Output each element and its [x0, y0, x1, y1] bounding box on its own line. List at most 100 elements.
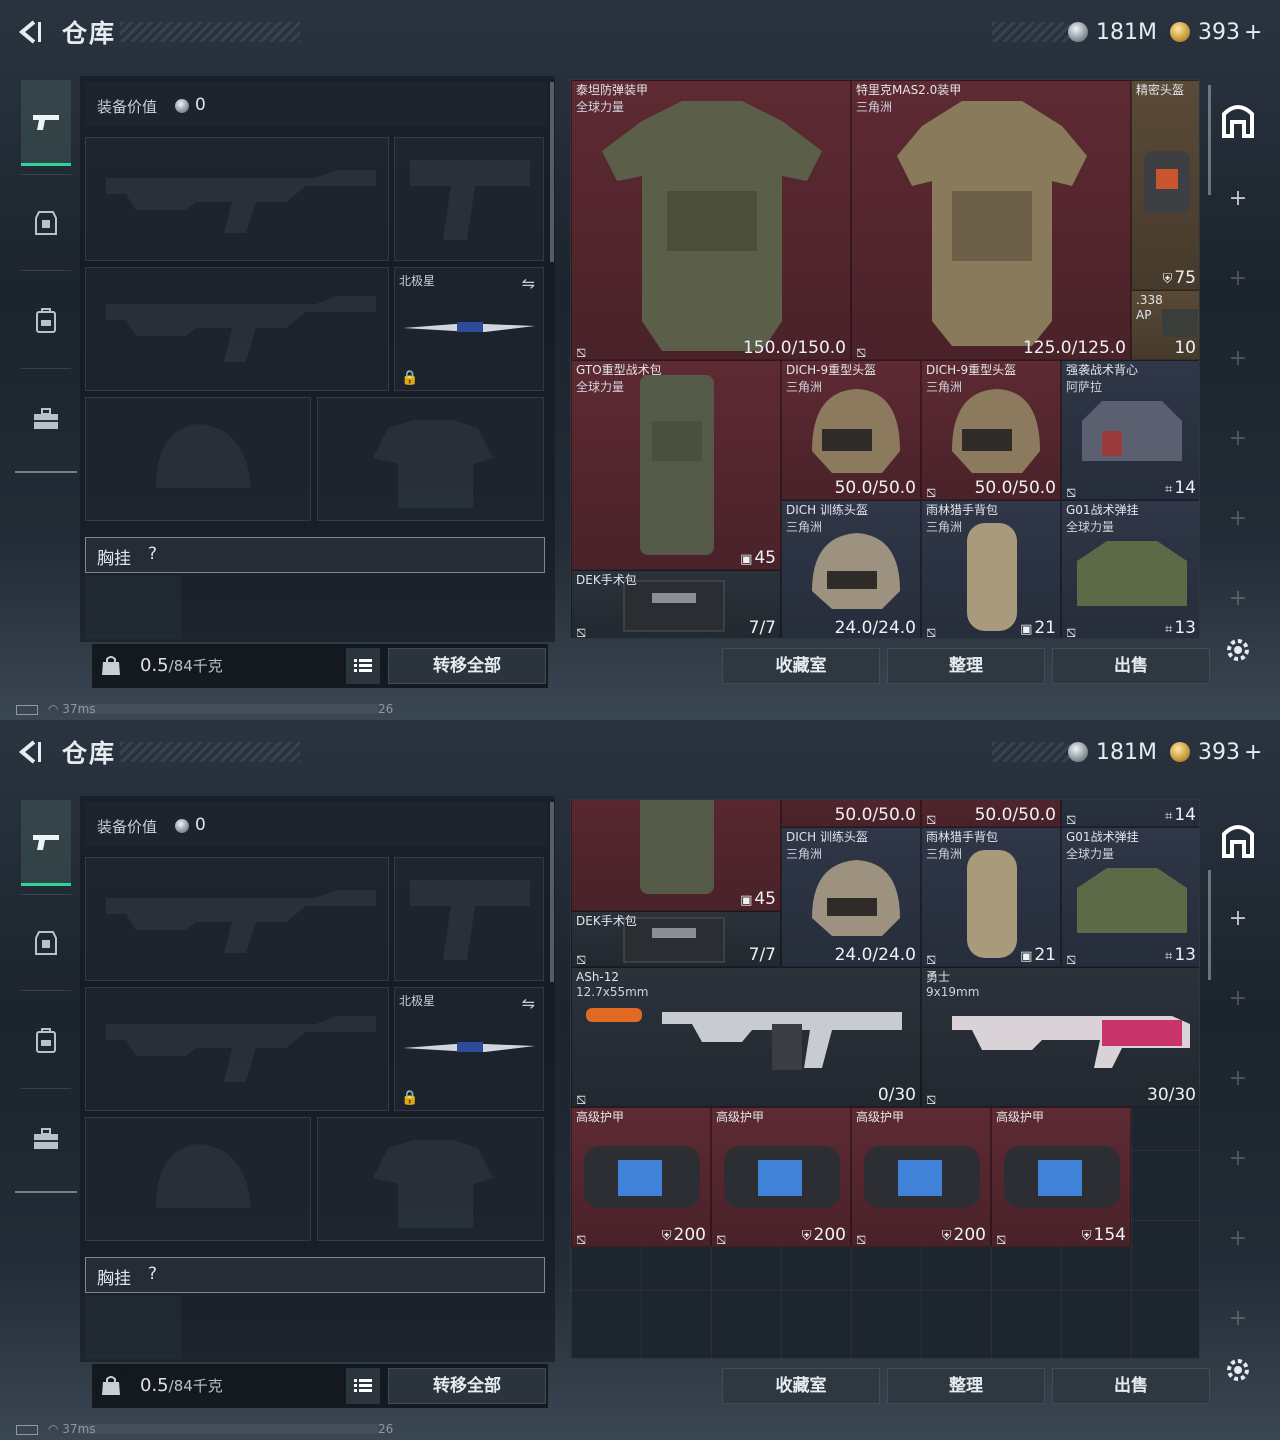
stash-item[interactable]: 泰坦防弹装甲 全球力量 ⧅ 150.0/150.0 [571, 80, 851, 360]
gear-icon[interactable] [1224, 636, 1252, 664]
add-tab-icon[interactable]: + [1228, 1306, 1248, 1331]
collection-room-button[interactable]: 收藏室 [722, 648, 880, 684]
stash-item[interactable]: ⧅ G01战术弹挂 全球力量 ⌗ 13 [1061, 500, 1199, 638]
add-tab-icon[interactable]: + [1228, 1066, 1248, 1091]
chest-rig-slot[interactable] [85, 1295, 181, 1359]
add-tab-icon[interactable]: + [1228, 986, 1248, 1011]
stash-item[interactable]: DEK手术包 ⧅ 7/7 [571, 911, 781, 967]
wifi-icon: ◠ [48, 702, 63, 716]
add-tab-icon[interactable]: + [1228, 1146, 1248, 1171]
stash-item[interactable]: 特里克MAS2.0装甲 三角洲 ⧅ 125.0/125.0 [851, 80, 1131, 360]
help-icon[interactable]: ? [148, 544, 157, 564]
organize-button[interactable]: 整理 [887, 648, 1045, 684]
sell-button[interactable]: 出售 [1052, 1368, 1210, 1404]
add-tab-icon[interactable]: + [1228, 586, 1248, 611]
currency-silver: 181M [1068, 738, 1157, 766]
stash-item[interactable]: 50.0/50.0 [781, 800, 921, 827]
stash-item[interactable]: DICH 训练头盔 三角洲 24.0/24.0 [781, 827, 921, 967]
back-arrow-icon[interactable] [16, 18, 44, 46]
transfer-all-button[interactable]: 转移全部 [388, 648, 546, 684]
stash-item[interactable]: DEK手术包 ⧅ 7/7 [571, 570, 781, 638]
back-arrow-icon[interactable] [16, 738, 44, 766]
pistol-icon [33, 834, 59, 850]
nav-armor[interactable] [21, 180, 71, 266]
rifle-silhouette-icon [106, 296, 376, 362]
stash-item[interactable]: ⧅ ⌗ 14 [1061, 800, 1199, 827]
pistol-slot[interactable] [394, 137, 544, 261]
nav-backpack[interactable] [21, 998, 71, 1084]
collection-room-button[interactable]: 收藏室 [722, 1368, 880, 1404]
list-view-button[interactable] [346, 1368, 380, 1404]
stash-item[interactable]: 高级护甲 ⧅ ⛨ 200 [711, 1107, 851, 1247]
currency-gold[interactable]: 393 + [1170, 18, 1262, 46]
stash-item[interactable]: 高级护甲 ⧅ ⛨ 200 [851, 1107, 991, 1247]
stash-scrollbar[interactable] [1208, 870, 1211, 980]
stash-item[interactable]: 勇士 9x19mm ⧅ 30/30 [921, 967, 1199, 1107]
add-currency-icon[interactable]: + [1244, 740, 1262, 765]
primary-weapon-slot[interactable] [85, 857, 389, 981]
armor-slot[interactable] [317, 397, 544, 521]
stash-item[interactable]: 精密头盔 ⛨ 75 [1131, 80, 1199, 290]
add-tab-icon[interactable]: + [1228, 506, 1248, 531]
nav-case[interactable] [21, 376, 71, 462]
transfer-all-button[interactable]: 转移全部 [388, 1368, 546, 1404]
helmet-slot[interactable] [85, 1117, 311, 1241]
stash-item[interactable]: ⧅ 强袭战术背心 阿萨拉 ⌗ 14 [1061, 360, 1199, 500]
sell-button[interactable]: 出售 [1052, 648, 1210, 684]
stash-item[interactable]: DICH-9重型头盔 三角洲 50.0/50.0 [781, 360, 921, 500]
nav-backpack[interactable] [21, 278, 71, 364]
backpack-capacity-icon: ▣ [1020, 949, 1033, 964]
nav-armor[interactable] [21, 900, 71, 986]
stash-item[interactable]: ▣ 45 [571, 800, 781, 911]
stash-item[interactable]: ⧅ 雨林猎手背包 三角洲 ▣ 21 [921, 827, 1061, 967]
nav-weapons[interactable] [21, 80, 71, 166]
top-bar: 仓库 181M 393 + [0, 0, 1280, 64]
stash-item[interactable]: 高级护甲 ⧅ ⛨ 200 [571, 1107, 711, 1247]
armor-slot[interactable] [317, 1117, 544, 1241]
secondary-weapon-slot[interactable] [85, 987, 389, 1111]
primary-weapon-slot[interactable] [85, 137, 389, 261]
chest-rig-bar[interactable]: 胸挂 ? [85, 1257, 545, 1293]
stash-item[interactable]: .338 AP 10 [1131, 290, 1199, 360]
stash-item[interactable]: ⧅ 50.0/50.0 [921, 800, 1061, 827]
stash-scrollbar[interactable] [1208, 85, 1211, 195]
nav-weapons[interactable] [21, 800, 71, 886]
equipment-scrollbar[interactable] [550, 82, 554, 262]
add-tab-icon[interactable]: + [1228, 346, 1248, 371]
pistol-slot[interactable] [394, 857, 544, 981]
gear-icon[interactable] [1224, 1356, 1252, 1384]
list-view-button[interactable] [346, 648, 380, 684]
stash-item[interactable]: 高级护甲 ⧅ ⛨ 154 [991, 1107, 1131, 1247]
add-tab-icon[interactable]: + [1228, 186, 1248, 211]
melee-slot[interactable]: 北极星 ⇋ 🔒 [394, 267, 544, 391]
secondary-weapon-slot[interactable] [85, 267, 389, 391]
stash-grid: ▣ 45 50.0/50.0 ⧅ 50.0/50.0 ⧅ ⌗ 14 DICH 训练头… [570, 799, 1200, 1359]
add-currency-icon[interactable]: + [1244, 20, 1262, 45]
add-tab-icon[interactable]: + [1228, 426, 1248, 451]
equipment-scrollbar[interactable] [550, 802, 554, 982]
stash-item[interactable]: GTO重型战术包 全球力量 ▣ 45 [571, 360, 781, 570]
weight-bag-icon [102, 656, 120, 675]
add-tab-icon[interactable]: + [1228, 906, 1248, 931]
shield-icon: ⛨ [661, 1229, 672, 1244]
stash-item[interactable]: ⧅ 雨林猎手背包 三角洲 ▣ 21 [921, 500, 1061, 638]
stash-tab-icon[interactable] [1218, 818, 1258, 858]
currency-silver: 181M [1068, 18, 1157, 46]
help-icon[interactable]: ? [148, 1264, 157, 1284]
chest-rig-bar[interactable]: 胸挂 ? [85, 537, 545, 573]
add-tab-icon[interactable]: + [1228, 1226, 1248, 1251]
stash-item[interactable]: ⧅ DICH-9重型头盔 三角洲 50.0/50.0 [921, 360, 1061, 500]
stash-item[interactable]: DICH 训练头盔 三角洲 24.0/24.0 [781, 500, 921, 638]
backpack-capacity-icon: ▣ [740, 893, 753, 908]
add-tab-icon[interactable]: + [1228, 266, 1248, 291]
stash-item[interactable]: ⧅ G01战术弹挂 全球力量 ⌗ 13 [1061, 827, 1199, 967]
chest-rig-slot[interactable] [85, 575, 181, 639]
stash-tab-icon[interactable] [1218, 98, 1258, 138]
organize-button[interactable]: 整理 [887, 1368, 1045, 1404]
helmet-slot[interactable] [85, 397, 311, 521]
melee-slot[interactable]: 北极星 ⇋ 🔒 [394, 987, 544, 1111]
nav-case[interactable] [21, 1096, 71, 1182]
body-armor-icon [602, 101, 822, 351]
currency-gold[interactable]: 393 + [1170, 738, 1262, 766]
stash-item[interactable]: ASh-12 12.7x55mm ⧅ 0/30 [571, 967, 921, 1107]
